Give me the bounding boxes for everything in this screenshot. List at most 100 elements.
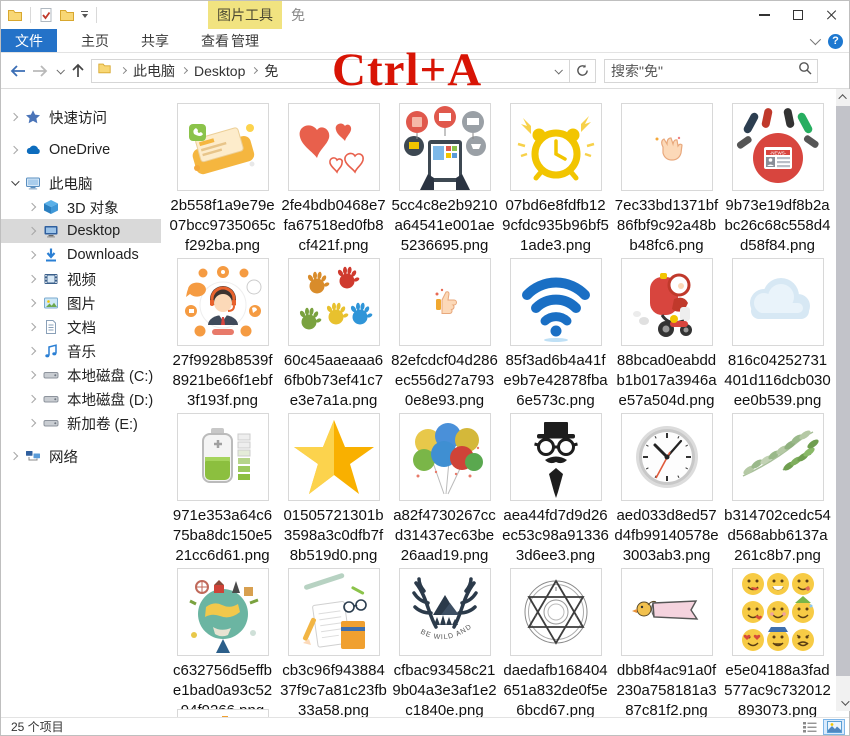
leaves-thumbnail[interactable] (732, 413, 824, 501)
vertical-scrollbar[interactable] (836, 89, 850, 711)
file-item[interactable]: 60c45aaeaaa66fb0b73ef41c7e3e7a1a.png (278, 258, 389, 413)
battery-thumbnail[interactable] (177, 413, 269, 501)
customize-dropdown-icon[interactable] (80, 11, 89, 20)
file-item[interactable]: -NEWS-9b73e19df8b2abc26c68c558d4d58f84.p… (722, 103, 833, 258)
news-mics-thumbnail[interactable]: -NEWS- (732, 103, 824, 191)
sidebar-item-music[interactable]: 音乐 (1, 339, 161, 363)
search-input[interactable] (605, 63, 798, 79)
recent-locations-icon[interactable] (56, 66, 64, 74)
minimize-button[interactable] (747, 1, 781, 29)
file-item[interactable]: 971e353a64c675ba8dc150e521cc6d61.png (167, 413, 278, 568)
file-item[interactable]: e5e04188a3fad577ac9c732012893073.png (722, 568, 833, 719)
file-item[interactable]: c632756d5effbe1bad0a93c5294f9266.png (167, 568, 278, 719)
antlers-thumbnail[interactable]: BE WILD AND FREE (399, 568, 491, 656)
close-button[interactable] (815, 1, 849, 29)
scroll-down-icon[interactable] (836, 695, 850, 711)
gold-star-thumbnail[interactable] (288, 413, 380, 501)
hearts-thumbnail[interactable] (288, 103, 380, 191)
expand-chevron-icon[interactable] (10, 113, 18, 121)
tab-0[interactable]: 主页 (65, 29, 125, 52)
sidebar-item-pictures[interactable]: 图片 (1, 291, 161, 315)
expand-chevron-icon[interactable] (28, 251, 36, 259)
cloud-thumbnail[interactable] (732, 258, 824, 346)
handprints-thumbnail[interactable] (288, 258, 380, 346)
sidebar-item-drive-11[interactable]: 本地磁盘 (D:) (1, 387, 161, 411)
scooter-rider-thumbnail[interactable] (621, 258, 713, 346)
expand-chevron-icon[interactable] (10, 452, 18, 460)
sidebar-item-this-pc[interactable]: 此电脑 (1, 171, 161, 195)
sidebar-item-download-arrow[interactable]: Downloads (1, 243, 161, 267)
banner-bird-thumbnail[interactable] (621, 568, 713, 656)
search-box[interactable] (604, 59, 818, 83)
emoji-grid-thumbnail[interactable] (732, 568, 824, 656)
sidebar-item-drive-10[interactable]: 本地磁盘 (C:) (1, 363, 161, 387)
forward-button[interactable] (31, 64, 49, 78)
customer-service-thumbnail[interactable] (177, 258, 269, 346)
new-folder-icon[interactable] (59, 7, 75, 23)
expand-chevron-icon[interactable] (28, 371, 36, 379)
sidebar-item-onedrive-cloud[interactable]: OneDrive (1, 138, 161, 162)
sidebar-item-documents[interactable]: 文档 (1, 315, 161, 339)
file-item[interactable]: aea44fd7d9d26ec53c98a913363d6ee3.png (500, 413, 611, 568)
file-item[interactable]: 2fe4bdb0468e7fa67518ed0fb8cf421f.png (278, 103, 389, 258)
file-item[interactable]: 82efcdcf04d286ec556d27a7930e8e93.png (389, 258, 500, 413)
expand-chevron-icon[interactable] (10, 146, 18, 154)
sidebar-item-videos[interactable]: 视频 (1, 267, 161, 291)
up-button[interactable] (71, 63, 85, 78)
tablet-hands-thumbnail[interactable] (399, 103, 491, 191)
stationery-thumbnail[interactable] (288, 568, 380, 656)
file-item[interactable]: 07bd6e8fdfb129cfdc935b96bf51ade3.png (500, 103, 611, 258)
thumbnails-view-button[interactable] (823, 719, 845, 735)
maximize-button[interactable] (781, 1, 815, 29)
scroll-up-icon[interactable] (836, 89, 850, 105)
phone-illustration-thumbnail[interactable] (177, 103, 269, 191)
search-icon[interactable] (798, 61, 812, 80)
wifi-thumbnail[interactable] (510, 258, 602, 346)
expand-chevron-icon[interactable] (28, 227, 36, 235)
expand-chevron-icon[interactable] (28, 347, 36, 355)
file-item[interactable]: 816c04252731401d116dcb030ee0b539.png (722, 258, 833, 413)
file-item[interactable]: 01505721301b3598a3c0dfb7f8b519d0.png (278, 413, 389, 568)
expand-chevron-icon[interactable] (28, 275, 36, 283)
expand-chevron-icon[interactable] (28, 323, 36, 331)
breadcrumb-item-0[interactable]: 此电脑 (130, 61, 178, 81)
sidebar-item-network[interactable]: 网络 (1, 444, 161, 468)
scrollbar-thumb[interactable] (836, 106, 850, 676)
help-icon[interactable]: ? (828, 34, 843, 49)
address-dropdown-button[interactable] (547, 60, 569, 82)
file-item[interactable]: 5cc4c8e2b9210a64541e001ae5236695.png (389, 103, 500, 258)
tab-file[interactable]: 文件 (1, 29, 57, 52)
file-item[interactable]: BE WILD AND FREEcfbac93458c219b04a3e3af1… (389, 568, 500, 719)
expand-ribbon-icon[interactable] (810, 34, 821, 45)
expand-chevron-icon[interactable] (28, 395, 36, 403)
expand-chevron-icon[interactable] (28, 299, 36, 307)
sidebar-item-cube-3d[interactable]: 3D 对象 (1, 195, 161, 219)
file-item[interactable]: 88bcad0eabddb1b017a3946ae57a504d.png (611, 258, 722, 413)
expand-chevron-icon[interactable] (28, 203, 36, 211)
hexagram-thumbnail[interactable]: II** (510, 568, 602, 656)
file-item[interactable]: cb3c96f94388437f9c7a81c23fb33a58.png (278, 568, 389, 719)
travel-globe-thumbnail[interactable] (177, 568, 269, 656)
file-item[interactable]: dbb8f4ac91a0f230a758181a387c81f2.png (611, 568, 722, 719)
collapse-chevron-icon[interactable] (11, 177, 19, 185)
balloons-thumbnail[interactable] (399, 413, 491, 501)
expand-chevron-icon[interactable] (28, 419, 36, 427)
hipster-thumbnail[interactable] (510, 413, 602, 501)
tab-manage[interactable]: 管理 (208, 29, 282, 52)
breadcrumb-item-1[interactable]: Desktop (191, 63, 248, 79)
breadcrumb-item-2[interactable]: 免 (261, 61, 281, 81)
thumbs-up-thumbnail[interactable] (399, 258, 491, 346)
alarm-clock-thumbnail[interactable] (510, 103, 602, 191)
refresh-button[interactable] (569, 60, 595, 82)
sidebar-item-drive-12[interactable]: 新加卷 (E:) (1, 411, 161, 435)
file-item[interactable]: 85f3ad6b4a41fe9b7e42878fba6e573c.png (500, 258, 611, 413)
back-button[interactable] (9, 64, 27, 78)
file-item[interactable]: aed033d8ed57d4fb99140578e3003ab3.png (611, 413, 722, 568)
file-item[interactable]: 7ec33bd1371bf86fbf9c92a48bb48fc6.png (611, 103, 722, 258)
wall-clock-thumbnail[interactable] (621, 413, 713, 501)
file-item[interactable]: II**daedafb168404651a832de0f5e6bcd67.png (500, 568, 611, 719)
tab-1[interactable]: 共享 (125, 29, 185, 52)
sidebar-item-quick-access-star[interactable]: 快速访问 (1, 105, 161, 129)
file-item[interactable]: 27f9928b8539f8921be66f1ebf3f193f.png (167, 258, 278, 413)
file-item[interactable]: 2b558f1a9e79e07bcc9735065cf292ba.png (167, 103, 278, 258)
